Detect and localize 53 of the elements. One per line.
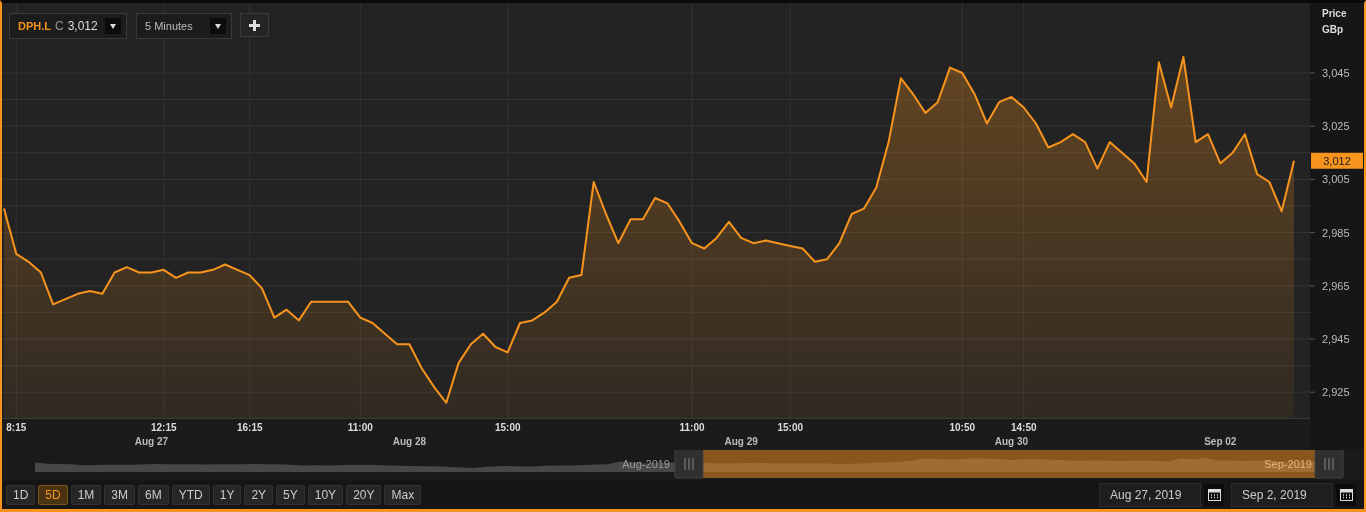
instrument-symbol: DPH.L <box>18 20 51 32</box>
date-tick-label: Sep 02 <box>1204 436 1237 447</box>
plus-icon <box>249 19 260 31</box>
date-tick-label: Aug 27 <box>134 436 169 447</box>
range-button[interactable]: 1D <box>6 484 36 505</box>
calendar-icon <box>1207 488 1221 501</box>
range-button[interactable]: 2Y <box>244 484 274 505</box>
time-tick-label: 15:00 <box>494 422 521 433</box>
instrument-selector[interactable]: DPH.L C 3,012 <box>9 13 127 39</box>
time-tick-label: 10:50 <box>949 422 976 433</box>
range-handle[interactable] <box>674 448 704 479</box>
time-tick-label: 12:15 <box>150 422 177 433</box>
time-tick-label: 8:15 <box>6 422 27 433</box>
time-tick-label: 11:00 <box>679 422 705 433</box>
date-tick-label: Aug 30 <box>994 436 1029 447</box>
price-tick-label: 2,925 <box>1322 386 1350 399</box>
add-button[interactable] <box>240 13 269 37</box>
range-button[interactable]: Max <box>384 484 422 505</box>
range-button[interactable]: 3M <box>104 484 136 505</box>
instrument-price: 3,012 <box>67 19 98 33</box>
interval-value: 5 Minutes <box>145 20 193 32</box>
price-tick-label: 2,985 <box>1322 226 1350 239</box>
range-button[interactable]: 6M <box>138 484 169 505</box>
range-handle[interactable] <box>1314 448 1344 479</box>
range-button[interactable]: 20Y <box>346 484 382 505</box>
calendar-icon <box>1339 488 1353 501</box>
range-button[interactable]: 10Y <box>307 484 344 505</box>
navigator-end-label: Sep-2019 <box>1264 458 1312 470</box>
price-tick-label: 3,045 <box>1322 66 1350 79</box>
axis-title: Price <box>1322 8 1347 19</box>
price-prefix: C <box>55 19 64 33</box>
date-tick-label: Aug 28 <box>392 436 427 447</box>
time-tick-label: 11:00 <box>347 422 373 433</box>
price-tick-label: 3,005 <box>1322 173 1350 186</box>
range-button[interactable]: YTD <box>171 484 210 505</box>
interval-selector[interactable]: 5 Minutes <box>136 13 232 39</box>
range-button[interactable]: 5Y <box>276 484 305 505</box>
date-field[interactable]: Sep 2, 2019 <box>1231 482 1333 507</box>
calendar-button[interactable] <box>1336 483 1356 506</box>
range-button[interactable]: 5D <box>38 484 68 505</box>
price-tick-label: 3,025 <box>1322 120 1350 133</box>
time-tick-label: 16:15 <box>236 422 263 433</box>
range-button[interactable]: 1Y <box>212 484 242 505</box>
axis-unit: GBp <box>1322 24 1344 35</box>
price-tick-label: 2,945 <box>1322 333 1350 345</box>
calendar-button[interactable] <box>1204 483 1224 506</box>
time-tick-label: 15:00 <box>777 422 804 433</box>
time-tick-label: 14:50 <box>1010 422 1037 433</box>
range-button[interactable]: 1M <box>70 484 102 505</box>
date-field[interactable]: Aug 27, 2019 <box>1099 482 1201 507</box>
date-tick-label: Aug 29 <box>724 436 758 447</box>
navigator-start-label: Aug-2019 <box>622 458 670 470</box>
price-tick-label: 2,965 <box>1322 279 1350 292</box>
